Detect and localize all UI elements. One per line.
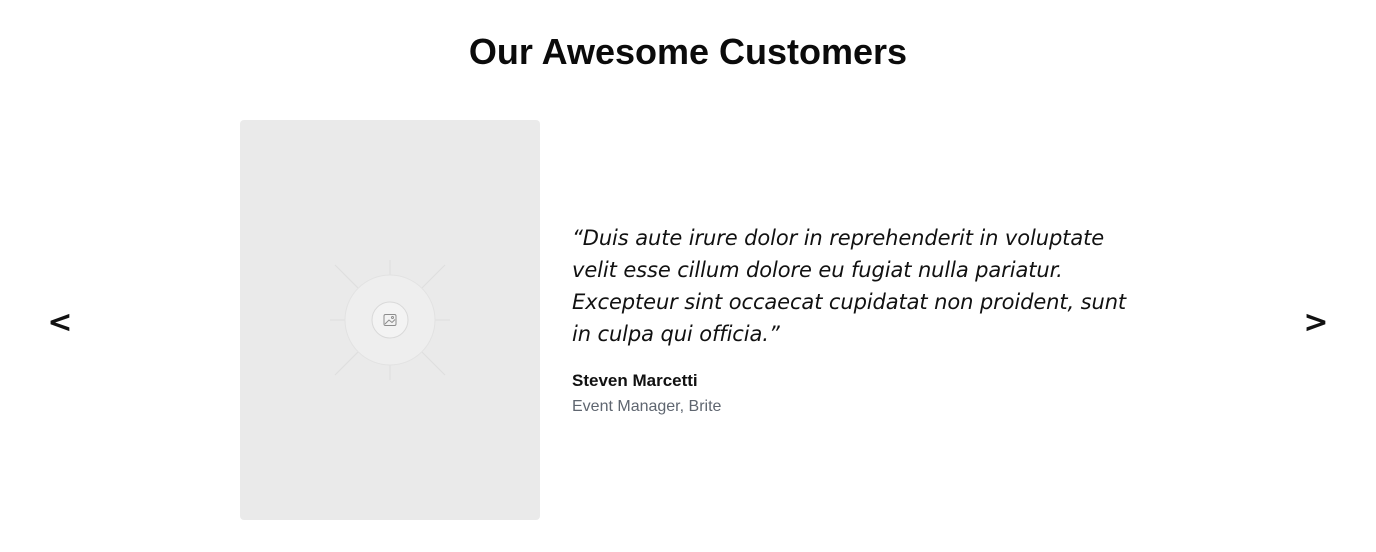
section-title: Our Awesome Customers bbox=[468, 31, 908, 72]
testimonial-content: “Duis aute irure dolor in reprehenderit … bbox=[572, 222, 1132, 417]
testimonial-quote: “Duis aute irure dolor in reprehenderit … bbox=[572, 226, 1127, 346]
carousel-prev-button[interactable]: < bbox=[40, 300, 80, 344]
testimonial-photo-placeholder bbox=[240, 120, 540, 520]
image-placeholder-icon bbox=[330, 260, 450, 380]
testimonial-author-name: Steven Marcetti bbox=[572, 371, 698, 390]
testimonial-author-role: Event Manager, Brite bbox=[572, 398, 722, 415]
carousel-next-button[interactable]: > bbox=[1296, 300, 1336, 344]
